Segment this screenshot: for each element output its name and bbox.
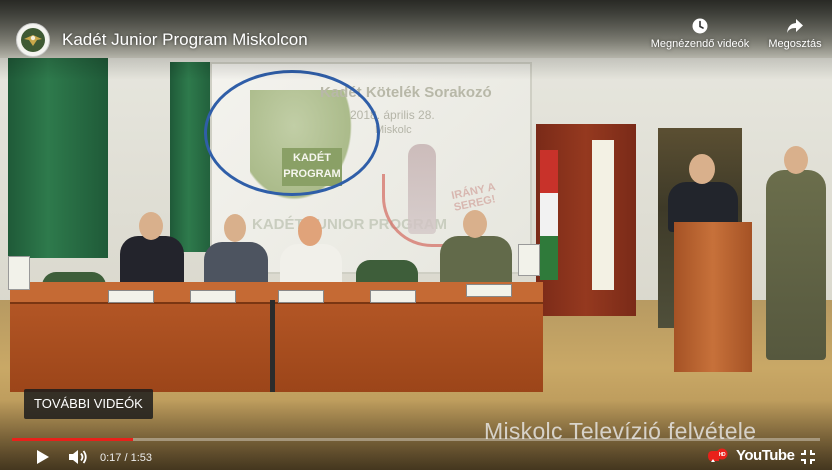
annotation-circle [204, 70, 380, 196]
more-videos-button[interactable]: TOVÁBBI VIDEÓK [24, 389, 153, 419]
share-button[interactable]: Megosztás [762, 18, 828, 50]
curtain-center [170, 62, 216, 252]
speaker-icon [69, 450, 87, 464]
fullscreen-exit-button[interactable] [800, 449, 816, 470]
youtube-label: YouTube [736, 447, 795, 464]
watch-later-label: Megnézendő videók [650, 38, 750, 50]
nameplate [108, 290, 154, 303]
svg-text:HD: HD [719, 452, 726, 458]
youtube-hd-icon: HD [708, 448, 728, 462]
video-player[interactable]: KADÉT PROGRAM Kadét Kötelék Sorakozó 201… [0, 0, 832, 470]
play-icon [37, 450, 49, 464]
curtain-left [8, 58, 108, 258]
table-flag-left [8, 256, 30, 290]
nameplate [370, 290, 416, 303]
slide-location: Miskolc [375, 124, 412, 136]
progress-played [12, 438, 134, 441]
nameplate [466, 284, 512, 297]
desk-top [10, 282, 543, 304]
podium [674, 222, 752, 372]
walking-soldier-graphic [408, 144, 436, 234]
hungarian-flag [540, 150, 558, 280]
clock-icon [692, 18, 708, 34]
share-arrow-icon [787, 19, 803, 33]
progress-bar[interactable] [12, 438, 820, 441]
speaker-head [689, 154, 715, 184]
time-display: 0:17 / 1:53 [100, 452, 152, 464]
white-flag [592, 140, 614, 290]
panelist-3-head [298, 216, 322, 246]
standing-soldier-head [784, 146, 808, 174]
share-label: Megosztás [768, 38, 822, 50]
panelist-1-head [139, 212, 163, 240]
eagle-emblem-icon [21, 28, 45, 52]
nameplate [190, 290, 236, 303]
youtube-logo[interactable]: HD YouTube [706, 447, 795, 464]
panelist-4-head [463, 210, 487, 238]
panelist-2-head [224, 214, 246, 242]
fullscreen-exit-icon [801, 450, 815, 464]
watch-later-button[interactable]: Megnézendő videók [642, 18, 758, 50]
volume-button[interactable] [68, 449, 88, 470]
standing-soldier [766, 170, 826, 360]
table-flag-right [518, 244, 540, 276]
play-button[interactable] [36, 449, 50, 470]
channel-avatar-icon[interactable] [16, 23, 50, 57]
desk-divider [270, 300, 275, 392]
nameplate [278, 290, 324, 303]
video-title[interactable]: Kadét Junior Program Miskolcon [62, 30, 308, 50]
